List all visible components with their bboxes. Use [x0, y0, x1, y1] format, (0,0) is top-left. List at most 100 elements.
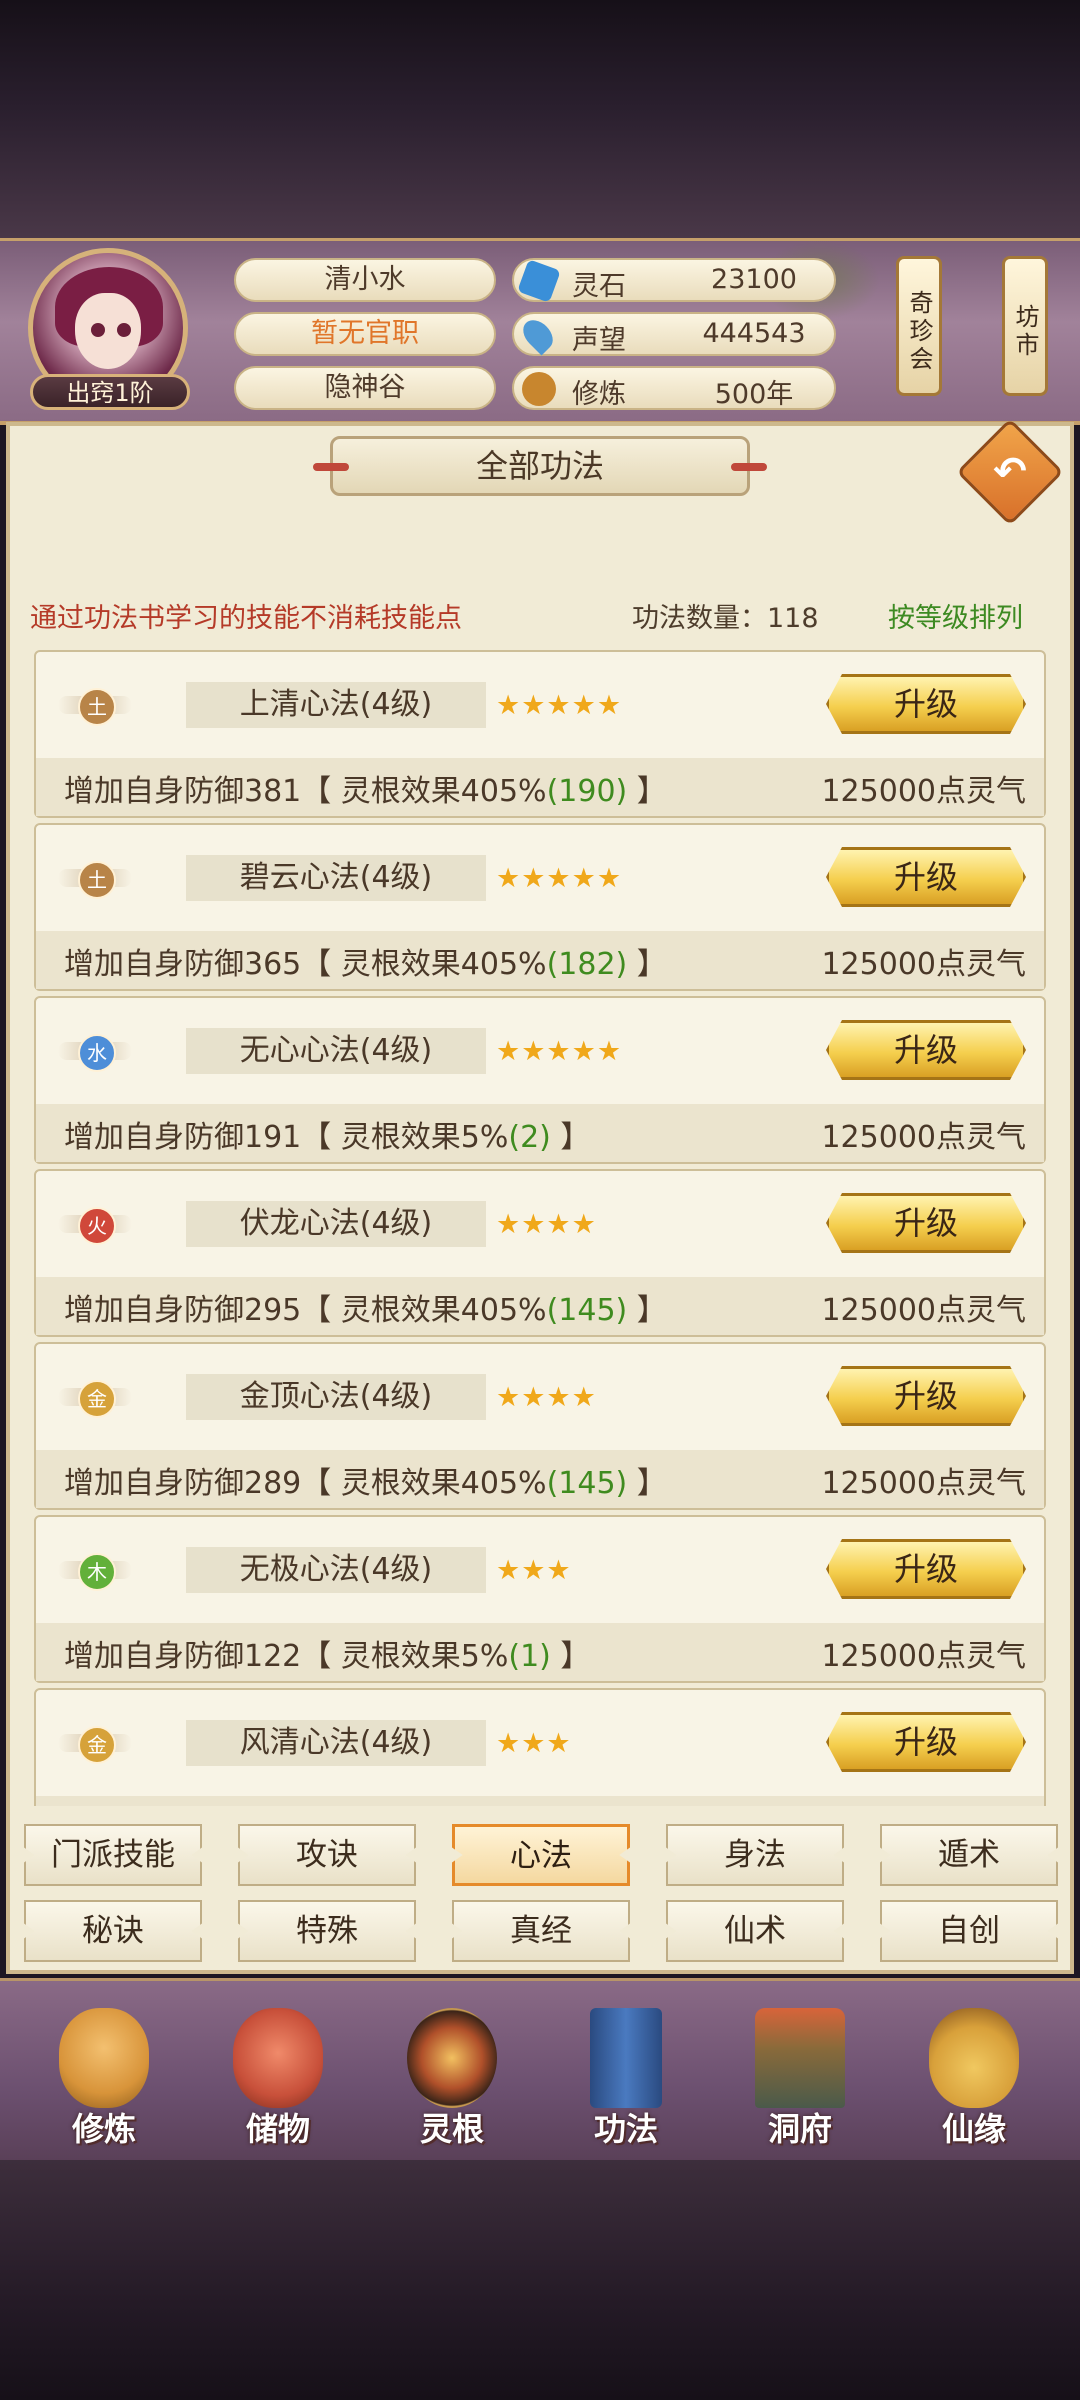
skill-effect: 增加自身防御191【 灵根效果5%(2) 】 — [64, 1112, 590, 1156]
avatar-eye — [117, 323, 131, 337]
reputation-icon — [517, 314, 559, 356]
avatar-eye — [91, 323, 105, 337]
upgrade-button[interactable]: 升级 — [826, 1366, 1026, 1426]
upgrade-button[interactable]: 升级 — [826, 847, 1026, 907]
upgrade-button[interactable]: 升级 — [826, 674, 1026, 734]
resource-reputation: 声望 444543 — [512, 312, 836, 356]
resource-value: 23100 — [711, 264, 797, 295]
skill-name: 伏龙心法(4级) — [186, 1201, 486, 1247]
tab-attack[interactable]: 攻诀 — [238, 1824, 416, 1886]
skill-card: 水 无心心法(4级) ★★★★★ 升级 增加自身防御191【 灵根效果5%(2)… — [34, 996, 1046, 1164]
upgrade-cost: 125000点灵气 — [821, 774, 1026, 809]
element-orb-icon: 土 — [78, 861, 116, 899]
nav-spirit-root[interactable]: 灵根 — [382, 2000, 522, 2150]
tab-special[interactable]: 特殊 — [238, 1900, 416, 1962]
nav-label: 储物 — [245, 2110, 310, 2148]
skill-effect-text: 增加自身防御122【 灵根效果5% — [64, 1639, 509, 1674]
sort-by-level-button[interactable]: 按等级排列 — [888, 596, 1023, 635]
element-orb-icon: 木 — [78, 1553, 116, 1591]
nav-skills[interactable]: 功法 — [556, 2000, 696, 2150]
element-orb-icon: 金 — [78, 1380, 116, 1418]
skill-effect-bracket: 】 — [550, 1639, 591, 1674]
tab-immortal-art[interactable]: 仙术 — [666, 1900, 844, 1962]
star-rating: ★★★★★ — [496, 863, 623, 894]
skill-effect-bracket: 】 — [627, 947, 667, 982]
nav-storage[interactable]: 储物 — [208, 2000, 348, 2150]
upgrade-button[interactable]: 升级 — [826, 1539, 1026, 1599]
upgrade-cost: 125000点灵气 — [821, 1120, 1026, 1155]
upgrade-cost: 125000点灵气 — [821, 1639, 1026, 1674]
skill-effect: 增加自身防御295【 灵根效果405%(145) 】 — [64, 1285, 667, 1329]
gourd-icon — [929, 2008, 1019, 2108]
skill-effect: 增加自身防御381【 灵根效果405%(190) 】 — [64, 766, 667, 810]
nav-label: 仙缘 — [941, 2110, 1006, 2148]
tab-sect-skills[interactable]: 门派技能 — [24, 1824, 202, 1886]
skill-effect-value: (190) — [546, 774, 628, 809]
spirit-root-icon — [407, 2008, 497, 2108]
tab-secret[interactable]: 秘诀 — [24, 1900, 202, 1962]
nav-cultivate[interactable]: 修炼 — [34, 2000, 174, 2150]
element-orb-icon: 土 — [78, 688, 116, 726]
nav-label: 灵根 — [419, 2110, 484, 2148]
skill-effect: 增加自身防御122【 灵根效果5%(1) 】 — [64, 1631, 590, 1675]
treasure-auction-button[interactable]: 奇珍会 — [896, 256, 942, 396]
bottom-background — [0, 2160, 1080, 2400]
nav-fate[interactable]: 仙缘 — [904, 2000, 1044, 2150]
tab-mind-method[interactable]: 心法 — [452, 1824, 630, 1886]
skill-effect-value: (145) — [546, 1466, 628, 1501]
skill-card: 土 上清心法(4级) ★★★★★ 升级 增加自身防御381【 灵根效果405%(… — [34, 650, 1046, 818]
top-background — [0, 0, 1080, 240]
cave-house-icon — [755, 2008, 845, 2108]
element-badge: 土 — [58, 674, 132, 736]
skill-effect-bracket: 】 — [550, 1120, 591, 1155]
skill-effect-bracket: 】 — [627, 774, 667, 809]
tab-custom[interactable]: 自创 — [880, 1900, 1058, 1962]
skill-desc-row — [36, 1796, 1044, 1806]
element-badge: 金 — [58, 1712, 132, 1774]
skill-effect-bracket: 】 — [627, 1466, 667, 1501]
skill-name: 风清心法(4级) — [186, 1720, 486, 1766]
rank-badge: 出窍1阶 — [30, 374, 190, 410]
meditation-icon — [522, 372, 556, 406]
resource-label: 修炼 — [572, 379, 626, 410]
tab-scripture[interactable]: 真经 — [452, 1900, 630, 1962]
nav-label: 修炼 — [71, 2110, 136, 2148]
skill-effect-bracket: 】 — [627, 1293, 667, 1328]
resource-label: 灵石 — [572, 271, 626, 302]
tab-escape[interactable]: 遁术 — [880, 1824, 1058, 1886]
skill-name: 无心心法(4级) — [186, 1028, 486, 1074]
upgrade-cost: 125000点灵气 — [821, 947, 1026, 982]
skill-card: 木 无极心法(4级) ★★★ 升级 增加自身防御122【 灵根效果5%(1) 】… — [34, 1515, 1046, 1683]
skill-book-icon — [590, 2008, 662, 2108]
skill-effect-text: 增加自身防御295【 灵根效果405% — [64, 1293, 547, 1328]
player-title: 暂无官职 — [234, 312, 496, 356]
upgrade-button[interactable]: 升级 — [826, 1712, 1026, 1772]
upgrade-cost: 125000点灵气 — [821, 1466, 1026, 1501]
resource-cultivation: 修炼 500年 — [512, 366, 836, 410]
element-badge: 土 — [58, 847, 132, 909]
star-rating: ★★★★★ — [496, 690, 623, 721]
upgrade-button[interactable]: 升级 — [826, 1193, 1026, 1253]
skill-name: 上清心法(4级) — [186, 682, 486, 728]
back-arrow-icon[interactable]: ↶ — [984, 446, 1036, 498]
nav-label: 洞府 — [767, 2110, 832, 2148]
skill-list[interactable]: 土 上清心法(4级) ★★★★★ 升级 增加自身防御381【 灵根效果405%(… — [34, 650, 1046, 1806]
storage-bag-icon — [233, 2008, 323, 2108]
notice-text: 通过功法书学习的技能不消耗技能点 — [30, 603, 462, 634]
tab-movement[interactable]: 身法 — [666, 1824, 844, 1886]
skill-effect-value: (182) — [546, 947, 628, 982]
upgrade-button[interactable]: 升级 — [826, 1020, 1026, 1080]
skill-effect: 增加自身防御289【 灵根效果405%(145) 】 — [64, 1458, 667, 1502]
resource-value: 444543 — [702, 318, 806, 349]
skill-name: 碧云心法(4级) — [186, 855, 486, 901]
element-badge: 金 — [58, 1366, 132, 1428]
skill-card: 火 伏龙心法(4级) ★★★★ 升级 增加自身防御295【 灵根效果405%(1… — [34, 1169, 1046, 1337]
element-orb-icon: 火 — [78, 1207, 116, 1245]
star-rating: ★★★★ — [496, 1382, 597, 1413]
nav-label: 功法 — [593, 2110, 658, 2148]
cultivate-icon — [59, 2008, 149, 2108]
avatar-face — [75, 293, 141, 369]
nav-cave-house[interactable]: 洞府 — [730, 2000, 870, 2150]
skill-effect-text: 增加自身防御365【 灵根效果405% — [64, 947, 547, 982]
market-button[interactable]: 坊市 — [1002, 256, 1048, 396]
